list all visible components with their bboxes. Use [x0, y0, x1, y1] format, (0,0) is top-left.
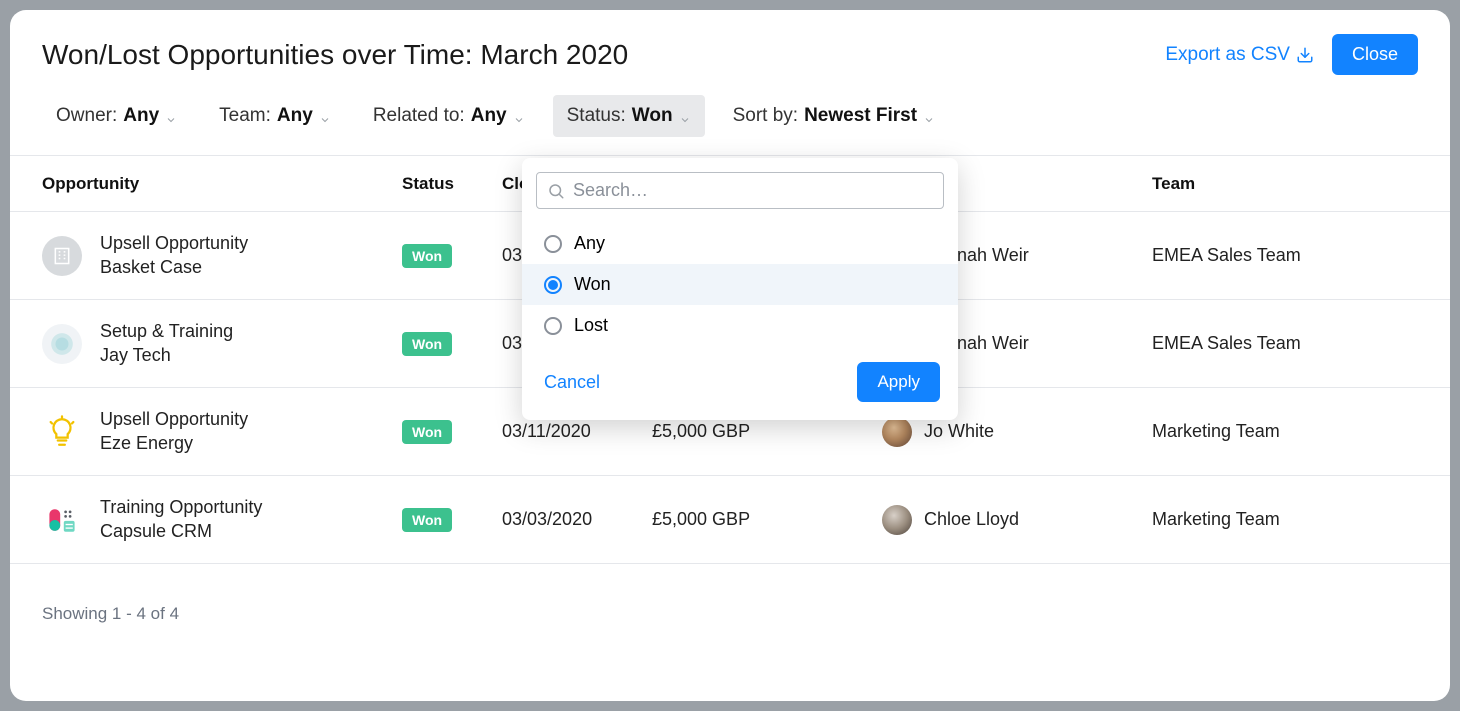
- opportunity-company: Capsule CRM: [100, 520, 262, 543]
- filter-related-label: Related to:: [373, 105, 465, 127]
- status-cell: Won: [402, 244, 502, 268]
- opportunity-company: Jay Tech: [100, 344, 233, 367]
- dropdown-search-input[interactable]: [573, 180, 933, 201]
- option-lost[interactable]: Lost: [522, 305, 958, 346]
- status-badge: Won: [402, 244, 452, 268]
- showing-count: Showing 1 - 4 of 4: [42, 604, 179, 623]
- team-cell: EMEA Sales Team: [1152, 333, 1418, 354]
- opportunity-cell: Upsell Opportunity Basket Case: [42, 232, 402, 279]
- option-label: Lost: [574, 315, 608, 336]
- modal-header: Won/Lost Opportunities over Time: March …: [10, 10, 1450, 75]
- owner-name: Chloe Lloyd: [924, 509, 1019, 530]
- option-label: Any: [574, 233, 605, 254]
- opportunity-cell: Training Opportunity Capsule CRM: [42, 496, 402, 543]
- export-csv-link[interactable]: Export as CSV: [1165, 44, 1314, 66]
- chevron-down-icon: [923, 110, 935, 122]
- close-button[interactable]: Close: [1332, 34, 1418, 75]
- filter-status-label: Status:: [567, 105, 626, 127]
- option-won[interactable]: Won: [522, 264, 958, 305]
- value-cell: £5,000 GBP: [652, 421, 882, 442]
- team-cell: Marketing Team: [1152, 421, 1418, 442]
- filter-team-value: Any: [277, 105, 313, 127]
- col-opportunity: Opportunity: [42, 174, 402, 194]
- closed-cell: 03/03/2020: [502, 509, 652, 530]
- opportunity-company: Basket Case: [100, 256, 248, 279]
- status-badge: Won: [402, 332, 452, 356]
- status-badge: Won: [402, 508, 452, 532]
- capsule-icon: [42, 500, 82, 540]
- filter-sort-value: Newest First: [804, 105, 917, 127]
- filter-owner-value: Any: [123, 105, 159, 127]
- status-filter-dropdown: Any Won Lost Cancel Apply: [522, 158, 958, 420]
- filter-bar: Owner: Any Team: Any Related to: Any Sta…: [10, 75, 1450, 155]
- filter-sort-label: Sort by:: [733, 105, 798, 127]
- dropdown-actions: Cancel Apply: [522, 352, 958, 406]
- opportunity-name: Upsell Opportunity: [100, 408, 248, 431]
- building-icon: [42, 236, 82, 276]
- opportunity-name: Training Opportunity: [100, 496, 262, 519]
- lightbulb-icon: [42, 412, 82, 452]
- dropdown-options: Any Won Lost: [522, 217, 958, 352]
- radio-icon: [544, 317, 562, 335]
- filter-status[interactable]: Status: Won: [553, 95, 705, 137]
- opportunity-name: Setup & Training: [100, 320, 233, 343]
- opportunity-cell: Upsell Opportunity Eze Energy: [42, 408, 402, 455]
- dropdown-search-box[interactable]: [536, 172, 944, 209]
- search-icon: [547, 182, 565, 200]
- chevron-down-icon: [679, 110, 691, 122]
- opportunity-name: Upsell Opportunity: [100, 232, 248, 255]
- table-row[interactable]: Training Opportunity Capsule CRM Won 03/…: [10, 476, 1450, 564]
- opportunity-text: Setup & Training Jay Tech: [100, 320, 233, 367]
- filter-related-to[interactable]: Related to: Any: [359, 95, 539, 137]
- opportunity-text: Upsell Opportunity Eze Energy: [100, 408, 248, 455]
- chevron-down-icon: [165, 110, 177, 122]
- owner-name: Jo White: [924, 421, 994, 442]
- status-cell: Won: [402, 420, 502, 444]
- value-cell: £5,000 GBP: [652, 509, 882, 530]
- chevron-down-icon: [319, 110, 331, 122]
- apply-button[interactable]: Apply: [857, 362, 940, 402]
- page-title: Won/Lost Opportunities over Time: March …: [42, 39, 628, 71]
- team-cell: Marketing Team: [1152, 509, 1418, 530]
- circle-icon: [42, 324, 82, 364]
- option-label: Won: [574, 274, 611, 295]
- opportunity-company: Eze Energy: [100, 432, 248, 455]
- status-badge: Won: [402, 420, 452, 444]
- col-team: Team: [1152, 174, 1418, 194]
- status-cell: Won: [402, 508, 502, 532]
- opportunity-text: Training Opportunity Capsule CRM: [100, 496, 262, 543]
- opportunity-cell: Setup & Training Jay Tech: [42, 320, 402, 367]
- filter-owner-label: Owner:: [56, 105, 117, 127]
- owner-cell: Chloe Lloyd: [882, 505, 1152, 535]
- filter-team-label: Team:: [219, 105, 271, 127]
- table-footer: Showing 1 - 4 of 4: [10, 564, 1450, 644]
- opportunity-text: Upsell Opportunity Basket Case: [100, 232, 248, 279]
- filter-status-value: Won: [632, 105, 673, 127]
- radio-icon: [544, 235, 562, 253]
- filter-team[interactable]: Team: Any: [205, 95, 345, 137]
- cancel-button[interactable]: Cancel: [544, 372, 600, 393]
- export-csv-label: Export as CSV: [1165, 44, 1290, 66]
- filter-sort-by[interactable]: Sort by: Newest First: [719, 95, 949, 137]
- option-any[interactable]: Any: [522, 223, 958, 264]
- status-cell: Won: [402, 332, 502, 356]
- filter-related-value: Any: [471, 105, 507, 127]
- closed-cell: 03/11/2020: [502, 421, 652, 442]
- download-icon: [1296, 46, 1314, 64]
- chevron-down-icon: [513, 110, 525, 122]
- radio-icon: [544, 276, 562, 294]
- dropdown-search-wrap: [522, 172, 958, 217]
- col-status: Status: [402, 174, 502, 194]
- header-actions: Export as CSV Close: [1165, 34, 1418, 75]
- avatar: [882, 505, 912, 535]
- filter-owner[interactable]: Owner: Any: [42, 95, 191, 137]
- report-modal: Won/Lost Opportunities over Time: March …: [10, 10, 1450, 701]
- owner-cell: Jo White: [882, 417, 1152, 447]
- team-cell: EMEA Sales Team: [1152, 245, 1418, 266]
- avatar: [882, 417, 912, 447]
